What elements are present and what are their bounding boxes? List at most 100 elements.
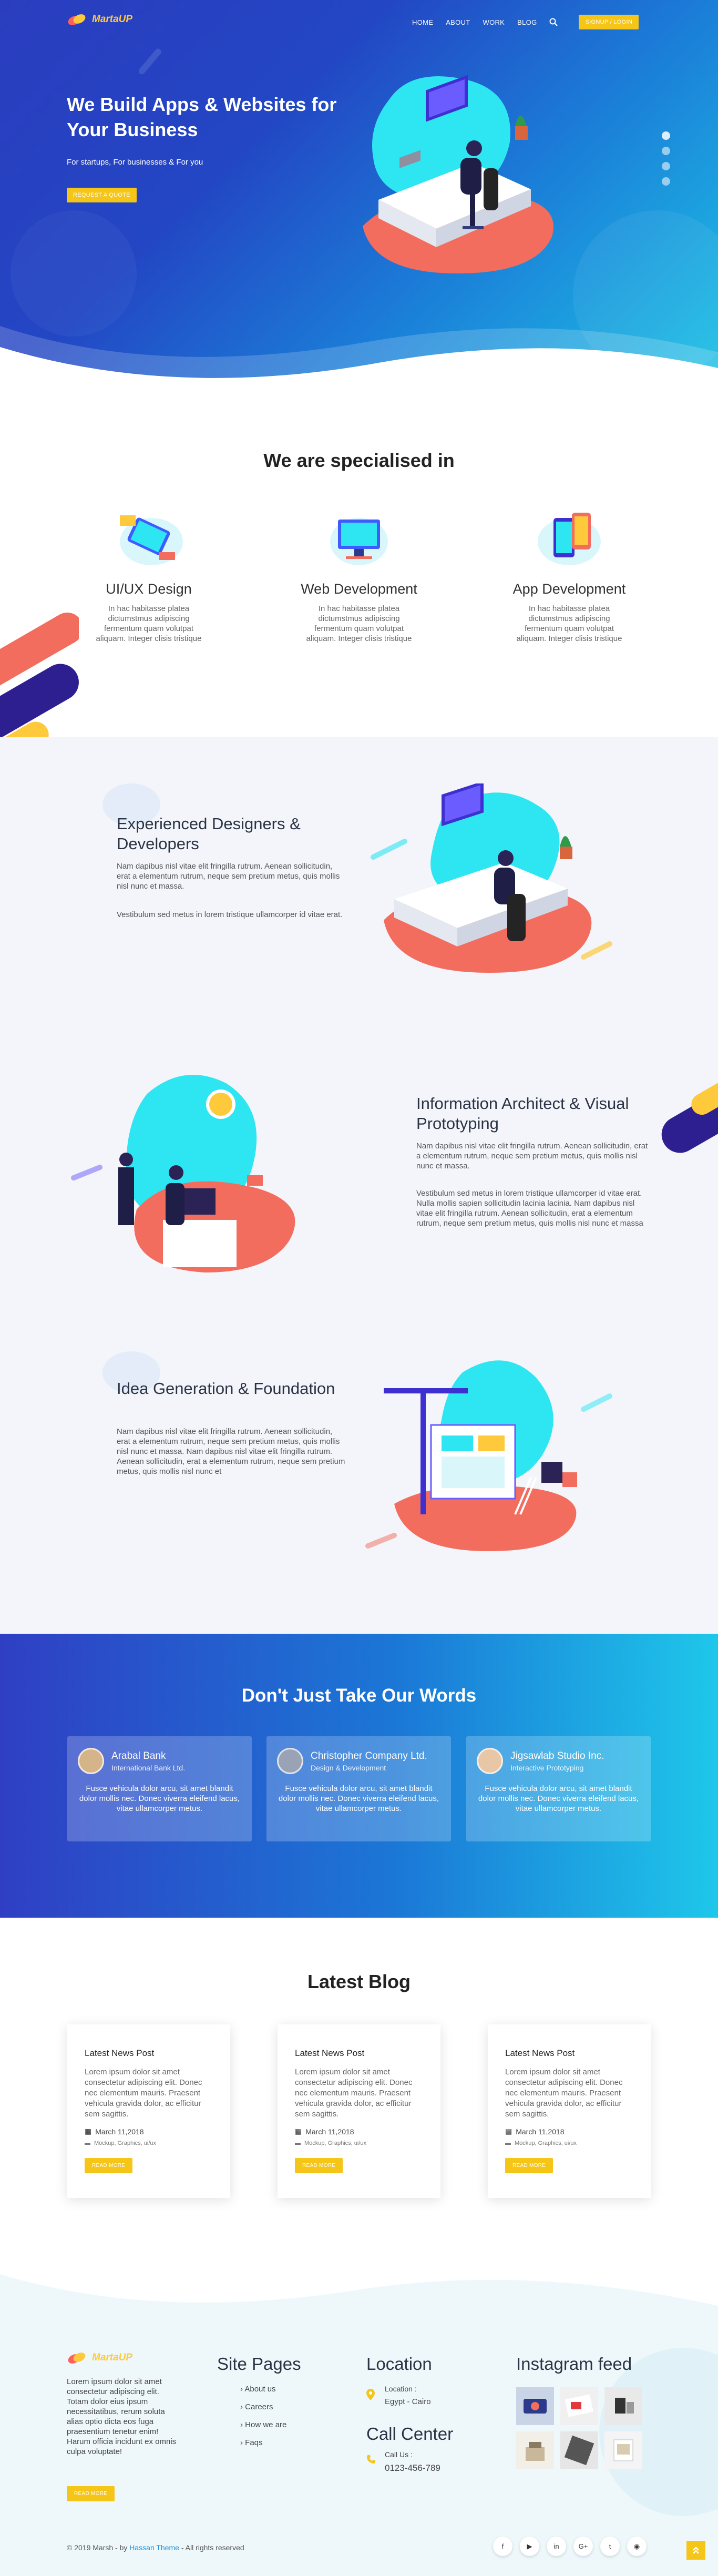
- service-description: In hac habitasse platea dictumstmus adip…: [516, 604, 622, 643]
- testimonials-section: Don't Just Take Our Words Arabal Bank In…: [0, 1634, 718, 1918]
- logo-icon: [68, 2353, 86, 2364]
- footer-link-about[interactable]: › About us: [240, 2385, 286, 2394]
- hero-section: MartaUP HOME ABOUT WORK BLOG SIGNUP / LO…: [0, 0, 718, 389]
- testimonial-card: Jigsawlab Studio Inc. Interactive Protot…: [466, 1736, 651, 1841]
- services-title: We are specialised in: [263, 450, 455, 471]
- blog-post-title[interactable]: Latest News Post: [505, 2048, 633, 2059]
- search-icon[interactable]: [549, 18, 558, 26]
- linkedin-icon[interactable]: in: [547, 2537, 566, 2556]
- top-navbar: MartaUP HOME ABOUT WORK BLOG SIGNUP / LO…: [0, 11, 718, 29]
- instagram-thumb[interactable]: [604, 2387, 642, 2425]
- hero-illustration: [363, 75, 553, 273]
- slider-dot[interactable]: [662, 131, 670, 140]
- blog-post-date: March 11,2018: [516, 2127, 565, 2136]
- service-card-uiux: UI/UX Design In hac habitasse platea dic…: [70, 505, 228, 644]
- blog-post-tags: Mockup, Graphics, ui/ux: [304, 2140, 366, 2146]
- double-chevron-up-icon: [693, 2547, 699, 2554]
- blog-post-excerpt: Lorem ipsum dolor sit amet consectetur a…: [85, 2068, 202, 2119]
- hero-subtitle: For startups, For businesses & For you: [67, 158, 203, 167]
- testimonial-name: Jigsawlab Studio Inc.: [510, 1750, 604, 1762]
- instagram-feed-title: Instagram feed: [516, 2354, 632, 2374]
- feature-paragraph: Nam dapibus nisl vitae elit fringilla ru…: [416, 1142, 648, 1170]
- phone-icon: [367, 2455, 375, 2463]
- instagram-thumb[interactable]: [604, 2431, 642, 2469]
- location-title: Location: [366, 2354, 432, 2374]
- footer-link-careers[interactable]: › Careers: [240, 2402, 286, 2411]
- theme-author-link[interactable]: Hassan Theme: [129, 2543, 179, 2552]
- feature-paragraph: Vestibulum sed metus in lorem tristique …: [416, 1189, 643, 1228]
- slider-dot[interactable]: [662, 147, 670, 155]
- call-label: Call Us :: [385, 2450, 413, 2459]
- footer-read-more-button[interactable]: READ MORE: [67, 2486, 115, 2501]
- footer-link-how-we-are[interactable]: › How we are: [240, 2420, 286, 2429]
- feature-title: Information Architect & Visual Prototypi…: [416, 1094, 629, 1133]
- site-pages-title: Site Pages: [217, 2354, 301, 2374]
- blog-card: Latest News Post Lorem ipsum dolor sit a…: [278, 2024, 440, 2198]
- folder-icon: ▬: [85, 2140, 90, 2146]
- testimonials-title: Don't Just Take Our Words: [241, 1685, 477, 1706]
- location-label: Location :: [385, 2385, 417, 2393]
- testimonial-text: Fusce vehicula dolor arcu, sit amet blan…: [278, 1784, 439, 1813]
- copyright: © 2019 Marsh - by Hassan Theme - All rig…: [67, 2543, 244, 2552]
- slider-dot[interactable]: [662, 177, 670, 186]
- instagram-thumb[interactable]: [560, 2387, 598, 2425]
- service-description: In hac habitasse platea dictumstmus adip…: [306, 604, 412, 643]
- blog-post-title[interactable]: Latest News Post: [295, 2048, 423, 2059]
- read-more-button[interactable]: READ MORE: [85, 2158, 133, 2173]
- service-card-app: App Development In hac habitasse platea …: [490, 505, 648, 644]
- blog-post-excerpt: Lorem ipsum dolor sit amet consectetur a…: [295, 2068, 413, 2119]
- testimonial-role: International Bank Ltd.: [111, 1763, 186, 1772]
- instagram-thumb[interactable]: [516, 2387, 554, 2425]
- brand-logo[interactable]: MartaUP: [67, 11, 132, 28]
- hero-title: We Build Apps & Websites for Your Busine…: [67, 94, 337, 140]
- google-plus-icon[interactable]: G+: [573, 2537, 593, 2556]
- blog-post-tags: Mockup, Graphics, ui/ux: [515, 2140, 577, 2146]
- facebook-icon[interactable]: f: [493, 2537, 512, 2556]
- request-quote-button[interactable]: REQUEST A QUOTE: [67, 188, 137, 202]
- nav-about[interactable]: ABOUT: [446, 18, 470, 26]
- feature-title: Experienced Designers & Developers: [117, 814, 301, 853]
- youtube-icon[interactable]: ▶: [520, 2537, 539, 2556]
- call-value[interactable]: 0123-456-789: [385, 2463, 440, 2473]
- instagram-icon[interactable]: ◉: [627, 2537, 647, 2556]
- avatar: [78, 1748, 104, 1774]
- service-title: UI/UX Design: [106, 581, 192, 597]
- scroll-to-top-button[interactable]: [686, 2541, 705, 2560]
- footer-link-faqs[interactable]: › Faqs: [240, 2438, 286, 2447]
- avatar: [477, 1748, 503, 1774]
- footer-about-text: Lorem ipsum dolor sit amet consectetur a…: [67, 2377, 177, 2456]
- footer-logo[interactable]: MartaUP: [67, 2349, 132, 2367]
- nav-work[interactable]: WORK: [483, 18, 505, 26]
- nav-home[interactable]: HOME: [412, 18, 433, 26]
- testimonial-role: Interactive Prototyping: [510, 1763, 584, 1772]
- feature-title: Idea Generation & Foundation: [117, 1379, 335, 1398]
- feature-paragraph: Nam dapibus nisl vitae elit fringilla ru…: [117, 862, 340, 891]
- service-description: In hac habitasse platea dictumstmus adip…: [96, 604, 202, 643]
- location-value: Egypt - Cairo: [385, 2397, 431, 2406]
- hero-slider-dots: [662, 131, 670, 186]
- hero-wave-divider: [0, 326, 718, 389]
- blog-post-title[interactable]: Latest News Post: [85, 2048, 213, 2059]
- read-more-button[interactable]: READ MORE: [505, 2158, 553, 2173]
- blog-card: Latest News Post Lorem ipsum dolor sit a…: [488, 2024, 651, 2198]
- blog-post-date: March 11,2018: [95, 2127, 144, 2136]
- instagram-thumb[interactable]: [560, 2431, 598, 2469]
- nav-blog[interactable]: BLOG: [517, 18, 537, 26]
- idea-illustration: [365, 1360, 612, 1551]
- main-menu: HOME ABOUT WORK BLOG SIGNUP / LOGIN: [412, 15, 639, 29]
- architect-illustration: [71, 1075, 295, 1272]
- slider-dot[interactable]: [662, 162, 670, 170]
- testimonial-name: Christopher Company Ltd.: [311, 1750, 427, 1762]
- instagram-grid: [516, 2387, 642, 2469]
- folder-icon: ▬: [295, 2140, 301, 2146]
- site-footer: MartaUP Lorem ipsum dolor sit amet conse…: [0, 2243, 718, 2576]
- calendar-icon: ▦: [295, 2127, 302, 2135]
- twitter-icon[interactable]: t: [600, 2537, 620, 2556]
- signup-login-button[interactable]: SIGNUP / LOGIN: [579, 15, 639, 29]
- feature-paragraph: Vestibulum sed metus in lorem tristique …: [117, 910, 343, 919]
- calendar-icon: ▦: [85, 2127, 92, 2135]
- read-more-button[interactable]: READ MORE: [295, 2158, 343, 2173]
- instagram-thumb[interactable]: [516, 2431, 554, 2469]
- web-dev-illustration: [320, 505, 398, 573]
- uiux-illustration: [109, 505, 188, 573]
